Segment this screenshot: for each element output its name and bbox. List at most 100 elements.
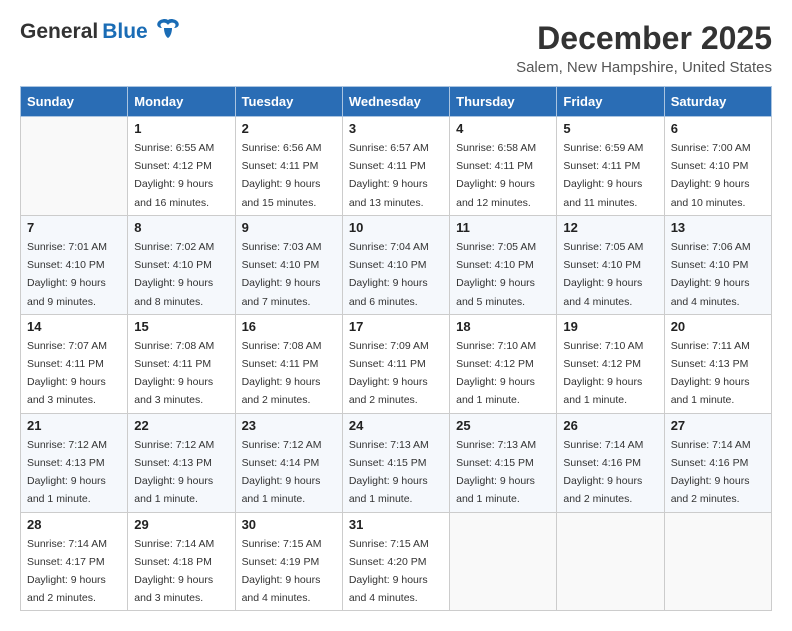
day-number: 16	[242, 319, 336, 334]
calendar-week-row: 28 Sunrise: 7:14 AMSunset: 4:17 PMDaylig…	[21, 512, 772, 611]
calendar-cell: 13 Sunrise: 7:06 AMSunset: 4:10 PMDaylig…	[664, 215, 771, 314]
day-info: Sunrise: 6:58 AMSunset: 4:11 PMDaylight:…	[456, 142, 536, 209]
day-number: 22	[134, 418, 228, 433]
day-info: Sunrise: 7:02 AMSunset: 4:10 PMDaylight:…	[134, 241, 214, 308]
day-number: 14	[27, 319, 121, 334]
calendar-cell: 19 Sunrise: 7:10 AMSunset: 4:12 PMDaylig…	[557, 314, 664, 413]
day-number: 6	[671, 121, 765, 136]
day-of-week-header: Friday	[557, 87, 664, 117]
day-info: Sunrise: 7:07 AMSunset: 4:11 PMDaylight:…	[27, 340, 107, 407]
day-info: Sunrise: 7:11 AMSunset: 4:13 PMDaylight:…	[671, 340, 750, 407]
day-number: 26	[563, 418, 657, 433]
day-info: Sunrise: 6:57 AMSunset: 4:11 PMDaylight:…	[349, 142, 429, 209]
calendar-cell: 15 Sunrise: 7:08 AMSunset: 4:11 PMDaylig…	[128, 314, 235, 413]
calendar-cell: 8 Sunrise: 7:02 AMSunset: 4:10 PMDayligh…	[128, 215, 235, 314]
title-block: December 2025 Salem, New Hampshire, Unit…	[516, 20, 772, 76]
day-number: 19	[563, 319, 657, 334]
logo-bird-icon	[154, 18, 182, 40]
day-number: 13	[671, 220, 765, 235]
day-number: 1	[134, 121, 228, 136]
day-number: 20	[671, 319, 765, 334]
day-info: Sunrise: 7:12 AMSunset: 4:14 PMDaylight:…	[242, 439, 322, 506]
calendar-week-row: 7 Sunrise: 7:01 AMSunset: 4:10 PMDayligh…	[21, 215, 772, 314]
calendar-cell: 5 Sunrise: 6:59 AMSunset: 4:11 PMDayligh…	[557, 117, 664, 216]
calendar-cell: 3 Sunrise: 6:57 AMSunset: 4:11 PMDayligh…	[342, 117, 449, 216]
day-info: Sunrise: 7:03 AMSunset: 4:10 PMDaylight:…	[242, 241, 322, 308]
day-info: Sunrise: 7:14 AMSunset: 4:18 PMDaylight:…	[134, 538, 214, 605]
day-number: 24	[349, 418, 443, 433]
day-of-week-header: Thursday	[450, 87, 557, 117]
day-info: Sunrise: 7:10 AMSunset: 4:12 PMDaylight:…	[563, 340, 643, 407]
calendar-cell: 23 Sunrise: 7:12 AMSunset: 4:14 PMDaylig…	[235, 413, 342, 512]
calendar-cell: 14 Sunrise: 7:07 AMSunset: 4:11 PMDaylig…	[21, 314, 128, 413]
day-info: Sunrise: 7:01 AMSunset: 4:10 PMDaylight:…	[27, 241, 107, 308]
day-info: Sunrise: 7:15 AMSunset: 4:19 PMDaylight:…	[242, 538, 322, 605]
day-info: Sunrise: 7:13 AMSunset: 4:15 PMDaylight:…	[349, 439, 429, 506]
day-info: Sunrise: 7:13 AMSunset: 4:15 PMDaylight:…	[456, 439, 536, 506]
day-number: 18	[456, 319, 550, 334]
calendar-cell: 24 Sunrise: 7:13 AMSunset: 4:15 PMDaylig…	[342, 413, 449, 512]
calendar-cell: 4 Sunrise: 6:58 AMSunset: 4:11 PMDayligh…	[450, 117, 557, 216]
calendar-cell: 2 Sunrise: 6:56 AMSunset: 4:11 PMDayligh…	[235, 117, 342, 216]
calendar-week-row: 14 Sunrise: 7:07 AMSunset: 4:11 PMDaylig…	[21, 314, 772, 413]
calendar-cell: 20 Sunrise: 7:11 AMSunset: 4:13 PMDaylig…	[664, 314, 771, 413]
calendar-week-row: 1 Sunrise: 6:55 AMSunset: 4:12 PMDayligh…	[21, 117, 772, 216]
day-info: Sunrise: 7:04 AMSunset: 4:10 PMDaylight:…	[349, 241, 429, 308]
month-year-title: December 2025	[516, 20, 772, 57]
calendar-cell: 6 Sunrise: 7:00 AMSunset: 4:10 PMDayligh…	[664, 117, 771, 216]
day-info: Sunrise: 7:14 AMSunset: 4:16 PMDaylight:…	[563, 439, 643, 506]
day-info: Sunrise: 7:12 AMSunset: 4:13 PMDaylight:…	[134, 439, 214, 506]
day-number: 15	[134, 319, 228, 334]
calendar-table: SundayMondayTuesdayWednesdayThursdayFrid…	[20, 86, 772, 611]
calendar-cell: 18 Sunrise: 7:10 AMSunset: 4:12 PMDaylig…	[450, 314, 557, 413]
calendar-cell	[664, 512, 771, 611]
day-number: 28	[27, 517, 121, 532]
day-number: 27	[671, 418, 765, 433]
calendar-cell: 27 Sunrise: 7:14 AMSunset: 4:16 PMDaylig…	[664, 413, 771, 512]
calendar-cell: 9 Sunrise: 7:03 AMSunset: 4:10 PMDayligh…	[235, 215, 342, 314]
day-number: 4	[456, 121, 550, 136]
day-info: Sunrise: 7:06 AMSunset: 4:10 PMDaylight:…	[671, 241, 751, 308]
calendar-cell: 7 Sunrise: 7:01 AMSunset: 4:10 PMDayligh…	[21, 215, 128, 314]
calendar-cell: 22 Sunrise: 7:12 AMSunset: 4:13 PMDaylig…	[128, 413, 235, 512]
day-number: 9	[242, 220, 336, 235]
day-info: Sunrise: 7:14 AMSunset: 4:17 PMDaylight:…	[27, 538, 107, 605]
day-number: 25	[456, 418, 550, 433]
calendar-cell	[450, 512, 557, 611]
calendar-cell: 30 Sunrise: 7:15 AMSunset: 4:19 PMDaylig…	[235, 512, 342, 611]
day-info: Sunrise: 7:08 AMSunset: 4:11 PMDaylight:…	[134, 340, 214, 407]
day-of-week-header: Saturday	[664, 87, 771, 117]
calendar-cell: 10 Sunrise: 7:04 AMSunset: 4:10 PMDaylig…	[342, 215, 449, 314]
day-info: Sunrise: 7:14 AMSunset: 4:16 PMDaylight:…	[671, 439, 751, 506]
calendar-cell: 16 Sunrise: 7:08 AMSunset: 4:11 PMDaylig…	[235, 314, 342, 413]
day-number: 2	[242, 121, 336, 136]
calendar-cell: 26 Sunrise: 7:14 AMSunset: 4:16 PMDaylig…	[557, 413, 664, 512]
calendar-cell	[557, 512, 664, 611]
day-info: Sunrise: 6:59 AMSunset: 4:11 PMDaylight:…	[563, 142, 643, 209]
logo: General Blue	[20, 20, 182, 44]
calendar-cell: 25 Sunrise: 7:13 AMSunset: 4:15 PMDaylig…	[450, 413, 557, 512]
day-info: Sunrise: 6:56 AMSunset: 4:11 PMDaylight:…	[242, 142, 322, 209]
day-number: 31	[349, 517, 443, 532]
day-number: 8	[134, 220, 228, 235]
day-info: Sunrise: 7:05 AMSunset: 4:10 PMDaylight:…	[563, 241, 643, 308]
calendar-cell: 31 Sunrise: 7:15 AMSunset: 4:20 PMDaylig…	[342, 512, 449, 611]
calendar-week-row: 21 Sunrise: 7:12 AMSunset: 4:13 PMDaylig…	[21, 413, 772, 512]
logo-blue-text: Blue	[102, 20, 148, 44]
calendar-cell: 1 Sunrise: 6:55 AMSunset: 4:12 PMDayligh…	[128, 117, 235, 216]
day-info: Sunrise: 7:15 AMSunset: 4:20 PMDaylight:…	[349, 538, 429, 605]
day-info: Sunrise: 7:12 AMSunset: 4:13 PMDaylight:…	[27, 439, 107, 506]
day-number: 7	[27, 220, 121, 235]
page-header: General Blue December 2025 Salem, New Ha…	[20, 20, 772, 76]
day-info: Sunrise: 7:00 AMSunset: 4:10 PMDaylight:…	[671, 142, 751, 209]
day-number: 11	[456, 220, 550, 235]
day-info: Sunrise: 7:10 AMSunset: 4:12 PMDaylight:…	[456, 340, 536, 407]
location-subtitle: Salem, New Hampshire, United States	[516, 59, 772, 76]
day-info: Sunrise: 6:55 AMSunset: 4:12 PMDaylight:…	[134, 142, 214, 209]
calendar-cell: 11 Sunrise: 7:05 AMSunset: 4:10 PMDaylig…	[450, 215, 557, 314]
logo-general-text: General	[20, 20, 98, 44]
calendar-header-row: SundayMondayTuesdayWednesdayThursdayFrid…	[21, 87, 772, 117]
day-info: Sunrise: 7:08 AMSunset: 4:11 PMDaylight:…	[242, 340, 322, 407]
calendar-cell: 17 Sunrise: 7:09 AMSunset: 4:11 PMDaylig…	[342, 314, 449, 413]
day-number: 10	[349, 220, 443, 235]
